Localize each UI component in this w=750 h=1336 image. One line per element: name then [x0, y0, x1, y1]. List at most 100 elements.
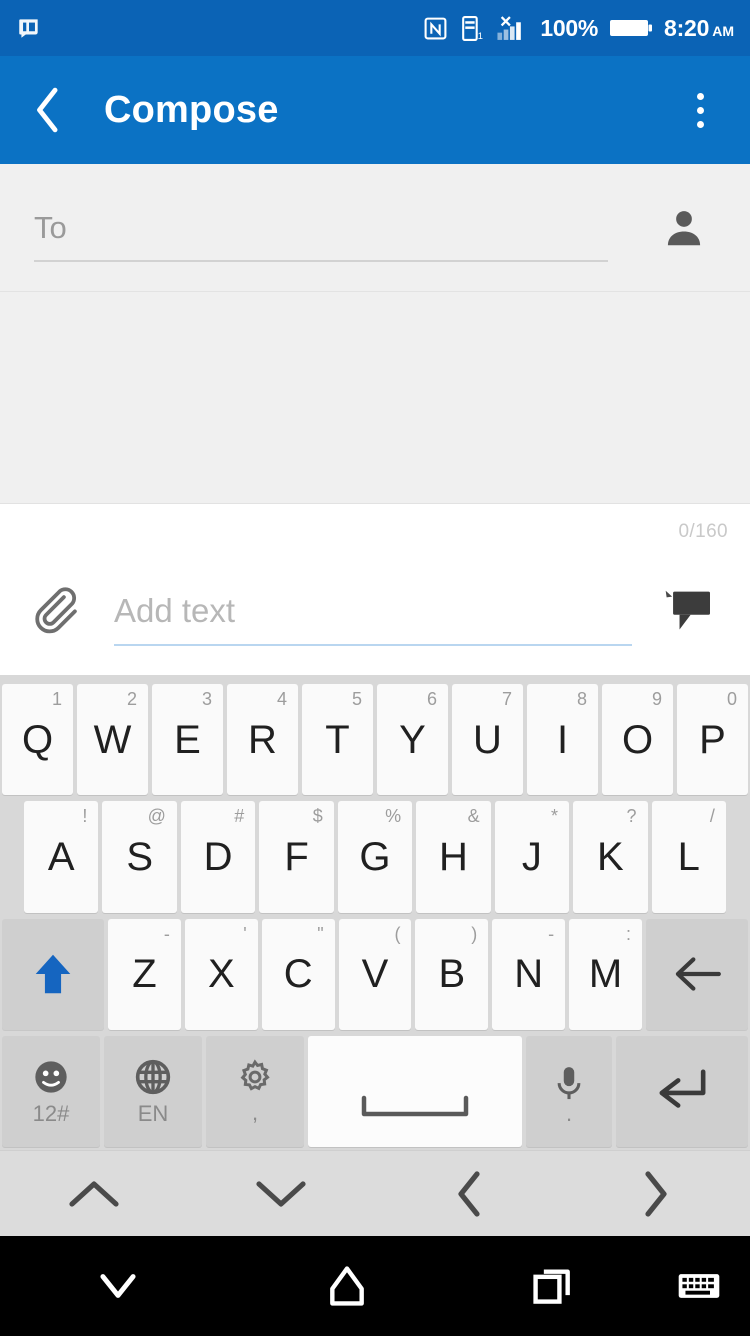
- key-t[interactable]: 5T: [302, 684, 373, 796]
- key-a[interactable]: ! A: [24, 801, 99, 913]
- key-label: A: [47, 834, 75, 879]
- key-v[interactable]: (V: [338, 918, 412, 1030]
- key-label: R: [248, 717, 277, 762]
- key-b[interactable]: ) B: [415, 918, 489, 1030]
- key-m[interactable]: :M: [569, 918, 643, 1030]
- more-vertical-icon: [696, 106, 704, 114]
- page-title: Compose: [104, 88, 279, 131]
- key-q[interactable]: 1Q: [2, 684, 73, 796]
- key-h[interactable]: & H: [416, 801, 491, 913]
- key-label: C: [283, 952, 313, 997]
- key-e[interactable]: 3E: [152, 684, 223, 796]
- chevron-down-icon: [256, 1180, 306, 1207]
- space-key[interactable]: [308, 1035, 522, 1147]
- key-sup: 3: [201, 689, 212, 709]
- key-y[interactable]: 6Y: [377, 684, 448, 796]
- key-sup: ': [243, 923, 247, 944]
- key-c[interactable]: " C: [261, 918, 335, 1030]
- contact-picker-button[interactable]: [652, 196, 716, 260]
- key-label: W: [93, 717, 132, 762]
- keyboard: 1Q 2W 3E 4R 5T 6Y 7U 8I 9O 0P ! A @ S # D $…: [0, 675, 750, 1150]
- nav-up-button[interactable]: [0, 1151, 188, 1236]
- key-sup: -: [548, 923, 555, 944]
- emoji-key[interactable]: 12#: [2, 1035, 100, 1147]
- key-sup: @: [147, 806, 166, 827]
- key-label: N: [514, 952, 544, 997]
- keyboard-row-3: -Z ' X " C (V ) B -N :M: [0, 916, 750, 1033]
- cursor-nav-strip: [0, 1150, 750, 1236]
- key-s[interactable]: @ S: [102, 801, 177, 913]
- key-sup: 5: [351, 689, 362, 709]
- send-button[interactable]: [650, 580, 722, 642]
- key-sup: (: [394, 923, 401, 944]
- nfc-icon: [423, 16, 448, 41]
- gear-icon: [240, 1059, 270, 1091]
- key-x[interactable]: ' X: [184, 918, 258, 1030]
- backspace-key[interactable]: [646, 918, 749, 1030]
- message-input[interactable]: Add text: [114, 576, 632, 646]
- key-label: P: [699, 717, 726, 762]
- keyboard-row-2: ! A @ S # D $ F % G & H * J ? K / L: [0, 798, 750, 915]
- overflow-menu-button[interactable]: [676, 78, 724, 142]
- chevron-up-icon: [69, 1180, 119, 1207]
- back-button[interactable]: [26, 84, 70, 136]
- key-label: X: [207, 952, 235, 997]
- key-p[interactable]: 0P: [677, 684, 748, 796]
- key-sup: 2: [126, 689, 137, 709]
- key-sup: 7: [501, 689, 512, 709]
- key-w[interactable]: 2W: [77, 684, 148, 796]
- settings-key[interactable]: ,: [206, 1035, 304, 1147]
- character-counter: 0/160: [678, 521, 728, 542]
- key-r[interactable]: 4R: [227, 684, 298, 796]
- key-k[interactable]: ? K: [573, 801, 648, 913]
- key-g[interactable]: % G: [337, 801, 413, 913]
- key-label: J: [521, 834, 542, 879]
- key-sup: &: [467, 806, 480, 827]
- key-z[interactable]: -Z: [108, 918, 181, 1030]
- nav-down-button[interactable]: [188, 1151, 376, 1236]
- character-counter-row: 0/160: [0, 504, 750, 560]
- key-d[interactable]: # D: [180, 801, 256, 913]
- key-i[interactable]: 8I: [527, 684, 598, 796]
- nav-left-button[interactable]: [375, 1151, 563, 1236]
- language-key[interactable]: EN: [104, 1035, 202, 1147]
- system-back-button[interactable]: [0, 1236, 236, 1336]
- key-sup: :: [626, 923, 632, 944]
- key-label: I: [556, 717, 569, 762]
- clock-ampm: AM: [712, 22, 734, 39]
- system-keyboard-switch-button[interactable]: [648, 1236, 750, 1336]
- key-sup: ": [317, 923, 324, 944]
- key-label: L: [677, 834, 700, 879]
- key-sup: 4: [276, 689, 287, 709]
- key-l[interactable]: / L: [651, 801, 726, 913]
- status-bar: 1 100% 8:20 AM: [0, 0, 750, 56]
- key-label: G: [359, 834, 391, 879]
- status-bar-right: 1 100% 8:20 AM: [423, 15, 734, 42]
- nav-right-button[interactable]: [563, 1151, 750, 1236]
- key-o[interactable]: 9O: [602, 684, 673, 796]
- enter-key[interactable]: [616, 1035, 748, 1147]
- more-vertical-icon: [696, 120, 704, 128]
- keyboard-row-1: 1Q 2W 3E 4R 5T 6Y 7U 8I 9O 0P: [0, 681, 750, 798]
- key-u[interactable]: 7U: [452, 684, 523, 796]
- voice-input-key[interactable]: .: [526, 1035, 612, 1147]
- language-key-label: EN: [137, 1101, 169, 1127]
- key-j[interactable]: * J: [494, 801, 570, 913]
- status-bar-left: [16, 15, 42, 41]
- message-thread[interactable]: [0, 292, 750, 504]
- system-recents-button[interactable]: [458, 1236, 648, 1336]
- shift-key[interactable]: [2, 918, 104, 1030]
- key-f[interactable]: $ F: [259, 801, 334, 913]
- globe-icon: [135, 1060, 171, 1095]
- key-n[interactable]: -N: [492, 918, 566, 1030]
- person-icon: [667, 210, 701, 245]
- key-sup: $: [312, 806, 323, 827]
- recipient-input[interactable]: To: [34, 194, 638, 262]
- message-placeholder: Add text: [114, 591, 236, 629]
- recipient-placeholder: To: [34, 209, 67, 245]
- system-home-button[interactable]: [236, 1236, 458, 1336]
- attach-button[interactable]: [28, 580, 90, 642]
- key-sup: -: [163, 923, 170, 944]
- recipient-underline: [34, 259, 608, 262]
- key-sup: /: [709, 806, 715, 827]
